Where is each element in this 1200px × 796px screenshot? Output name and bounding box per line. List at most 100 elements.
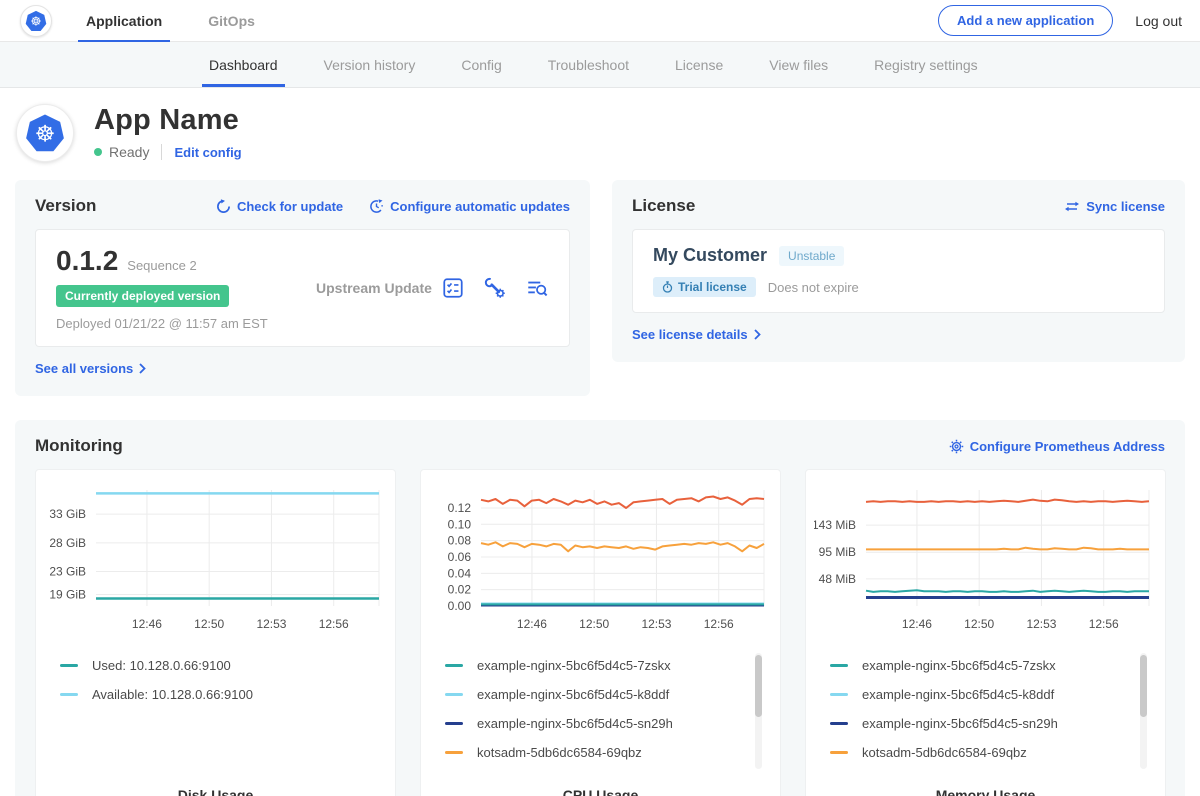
top-navbar: ☸ Application GitOps Add a new applicatio… <box>0 0 1200 42</box>
see-license-details-link[interactable]: See license details <box>632 327 761 342</box>
license-card: License Sync license My Customer Unstabl… <box>612 180 1185 362</box>
legend-item: example-nginx-5bc6f5d4c5-k8ddf <box>830 680 1157 709</box>
tab-license[interactable]: License <box>652 42 746 87</box>
legend-scrollbar[interactable] <box>1140 653 1147 769</box>
monitoring-title: Monitoring <box>35 436 123 456</box>
app-tab-bar: DashboardVersion historyConfigTroublesho… <box>0 42 1200 88</box>
tab-dashboard[interactable]: Dashboard <box>186 42 301 87</box>
version-card: Version Check for update Configure au <box>15 180 590 396</box>
svg-text:☸: ☸ <box>35 120 56 146</box>
svg-text:19 GiB: 19 GiB <box>49 588 86 602</box>
deployed-timestamp: Deployed 01/21/22 @ 11:57 am EST <box>56 316 316 331</box>
topnav-item-gitops[interactable]: GitOps <box>206 0 257 42</box>
svg-text:12:56: 12:56 <box>704 617 734 631</box>
legend-item: example-nginx-5bc6f5d4c5-sn29h <box>830 709 1157 738</box>
legend-color-dash <box>60 693 78 696</box>
chevron-right-icon <box>139 363 146 374</box>
monitoring-section: Monitoring Configure Prometheus Address … <box>15 420 1185 796</box>
legend-color-dash <box>445 664 463 667</box>
svg-text:☸: ☸ <box>30 14 41 28</box>
svg-text:12:46: 12:46 <box>517 617 547 631</box>
view-files-search-icon[interactable] <box>525 276 549 300</box>
svg-text:12:53: 12:53 <box>641 617 671 631</box>
chart-legend: example-nginx-5bc6f5d4c5-7zskx example-ng… <box>445 651 772 773</box>
svg-text:28 GiB: 28 GiB <box>49 536 86 550</box>
svg-text:48 MiB: 48 MiB <box>819 572 856 586</box>
tab-troubleshoot[interactable]: Troubleshoot <box>525 42 652 87</box>
chart-title: CPU Usage <box>429 787 772 796</box>
legend-color-dash <box>445 751 463 754</box>
kubernetes-logo-icon: ☸ <box>20 5 52 37</box>
svg-text:12:50: 12:50 <box>964 617 994 631</box>
svg-text:0.04: 0.04 <box>448 566 472 580</box>
svg-text:0.02: 0.02 <box>448 583 472 597</box>
chart-legend: example-nginx-5bc6f5d4c5-7zskx example-ng… <box>830 651 1157 773</box>
legend-scrollbar-thumb[interactable] <box>755 655 762 717</box>
topnav-item-application[interactable]: Application <box>84 0 164 42</box>
svg-text:0.00: 0.00 <box>448 599 472 613</box>
disk-usage-chart-card: 19 GiB23 GiB28 GiB33 GiB12:4612:5012:531… <box>35 469 396 796</box>
legend-label: example-nginx-5bc6f5d4c5-sn29h <box>477 716 673 731</box>
svg-text:143 MiB: 143 MiB <box>814 518 856 532</box>
memory-usage-plot: 48 MiB95 MiB143 MiB12:4612:5012:5312:56 <box>814 480 1159 636</box>
legend-color-dash <box>60 664 78 667</box>
svg-text:12:56: 12:56 <box>319 617 349 631</box>
app-header: ☸ App Name Ready Edit config <box>0 88 1200 176</box>
legend-item: Available: 10.128.0.66:9100 <box>60 680 387 709</box>
svg-text:12:46: 12:46 <box>902 617 932 631</box>
legend-scrollbar-thumb[interactable] <box>1140 655 1147 717</box>
svg-text:95 MiB: 95 MiB <box>819 545 856 559</box>
legend-color-dash <box>830 664 848 667</box>
legend-color-dash <box>830 693 848 696</box>
license-expiry-text: Does not expire <box>768 280 859 295</box>
legend-label: example-nginx-5bc6f5d4c5-sn29h <box>862 716 1058 731</box>
tab-version-history[interactable]: Version history <box>301 42 439 87</box>
tab-view-files[interactable]: View files <box>746 42 851 87</box>
configure-prometheus-link[interactable]: Configure Prometheus Address <box>949 439 1165 454</box>
legend-label: example-nginx-5bc6f5d4c5-7zskx <box>477 658 671 673</box>
app-status-text: Ready <box>109 144 149 160</box>
legend-label: Available: 10.128.0.66:9100 <box>92 687 253 702</box>
legend-color-dash <box>445 722 463 725</box>
cpu-usage-plot: 0.000.020.040.060.080.100.1212:4612:5012… <box>429 480 774 636</box>
sync-icon <box>1064 200 1080 213</box>
gear-icon <box>949 439 964 454</box>
deployed-version-badge: Currently deployed version <box>56 285 229 307</box>
check-for-update-link[interactable]: Check for update <box>216 199 343 214</box>
legend-label: kotsadm-5db6dc6584-69qbz <box>477 745 642 760</box>
ready-status-dot <box>94 148 102 156</box>
svg-text:0.12: 0.12 <box>448 501 472 515</box>
legend-item: kotsadm-5db6dc6584-69qbz <box>830 738 1157 767</box>
tab-config[interactable]: Config <box>438 42 524 87</box>
license-card-title: License <box>632 196 695 216</box>
svg-text:23 GiB: 23 GiB <box>49 565 86 579</box>
legend-label: example-nginx-5bc6f5d4c5-k8ddf <box>862 687 1054 702</box>
edit-config-link[interactable]: Edit config <box>174 145 241 160</box>
svg-text:33 GiB: 33 GiB <box>49 507 86 521</box>
legend-item: Used: 10.128.0.66:9100 <box>60 651 387 680</box>
version-card-title: Version <box>35 196 96 216</box>
add-application-button[interactable]: Add a new application <box>938 5 1113 36</box>
trial-license-badge: Trial license <box>653 277 756 297</box>
chart-title: Disk Usage <box>44 787 387 796</box>
app-name-title: App Name <box>94 104 242 137</box>
version-source-label: Upstream Update <box>316 280 441 296</box>
svg-text:12:56: 12:56 <box>1089 617 1119 631</box>
stopwatch-icon <box>662 281 673 293</box>
sync-license-link[interactable]: Sync license <box>1064 199 1165 214</box>
tab-registry-settings[interactable]: Registry settings <box>851 42 1000 87</box>
legend-item: example-nginx-5bc6f5d4c5-7zskx <box>445 651 772 680</box>
chart-title: Memory Usage <box>814 787 1157 796</box>
preflight-checks-icon[interactable] <box>441 276 465 300</box>
svg-text:12:50: 12:50 <box>194 617 224 631</box>
legend-scrollbar[interactable] <box>755 653 762 769</box>
version-sequence: Sequence 2 <box>127 258 196 273</box>
schedule-update-icon <box>369 199 384 214</box>
legend-item: example-nginx-5bc6f5d4c5-7zskx <box>830 651 1157 680</box>
configure-automatic-updates-link[interactable]: Configure automatic updates <box>369 199 570 214</box>
config-wrench-icon[interactable] <box>483 276 507 300</box>
logout-button[interactable]: Log out <box>1135 13 1182 29</box>
see-all-versions-link[interactable]: See all versions <box>35 361 146 376</box>
divider <box>161 144 162 160</box>
version-number: 0.1.2 <box>56 245 118 277</box>
